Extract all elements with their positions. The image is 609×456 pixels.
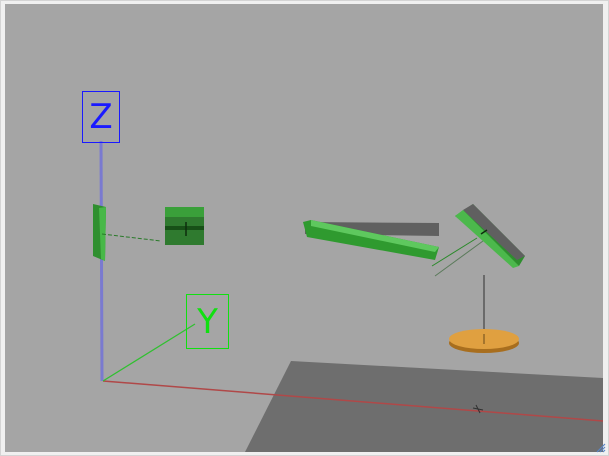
resize-grip-icon[interactable] [596, 443, 606, 453]
orange-disc [449, 329, 519, 353]
end-effector [455, 204, 525, 268]
z-axis-line [99, 140, 104, 382]
left-link [93, 204, 162, 261]
y-axis-line [102, 323, 196, 382]
scene-canvas [93, 140, 603, 452]
y-axis-label: Y [186, 294, 229, 349]
connector-lines [431, 237, 484, 277]
z-axis-label: Z [82, 91, 120, 143]
3d-viewport[interactable]: Z Y [5, 4, 603, 452]
window-frame: Z Y [0, 0, 609, 456]
green-cube [165, 207, 204, 245]
long-arm [303, 220, 439, 260]
